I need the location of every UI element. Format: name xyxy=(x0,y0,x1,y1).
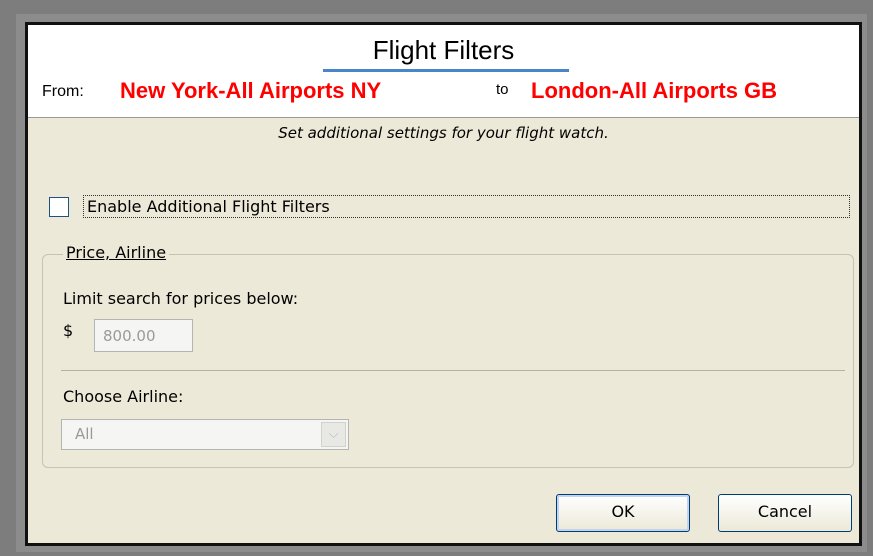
destination-city: London-All Airports GB xyxy=(531,78,778,103)
price-limit-input[interactable] xyxy=(94,319,193,352)
currency-symbol: $ xyxy=(63,321,74,340)
origin-city: New York-All Airports NY xyxy=(120,78,382,103)
ok-button[interactable]: OK xyxy=(556,494,690,532)
price-airline-group: Price, Airline Limit search for prices b… xyxy=(42,243,854,468)
dialog-header: Flight Filters From: New York-All Airpor… xyxy=(28,25,859,118)
airline-dropdown[interactable]: All ⌵ xyxy=(61,419,349,450)
price-limit-label: Limit search for prices below: xyxy=(63,289,299,308)
group-divider xyxy=(61,370,845,371)
dialog-subtitle: Set additional settings for your flight … xyxy=(278,124,609,142)
group-legend: Price, Airline xyxy=(63,243,170,262)
from-label: From: xyxy=(42,83,84,100)
enable-filters-label[interactable]: Enable Additional Flight Filters xyxy=(83,195,850,218)
enable-filters-checkbox[interactable] xyxy=(49,197,69,217)
dialog-title: Flight Filters xyxy=(372,35,515,65)
to-label: to xyxy=(496,81,509,98)
cancel-button[interactable]: Cancel xyxy=(718,494,852,532)
chevron-down-icon[interactable]: ⌵ xyxy=(321,422,346,447)
enable-filters-row[interactable]: Enable Additional Flight Filters xyxy=(49,195,852,220)
route-line: From: New York-All Airports NY to London… xyxy=(28,78,859,109)
airline-selected-value: All xyxy=(75,425,94,443)
title-underline xyxy=(323,69,569,72)
airline-label: Choose Airline: xyxy=(63,387,184,406)
flight-filters-dialog: Flight Filters From: New York-All Airpor… xyxy=(25,22,862,546)
